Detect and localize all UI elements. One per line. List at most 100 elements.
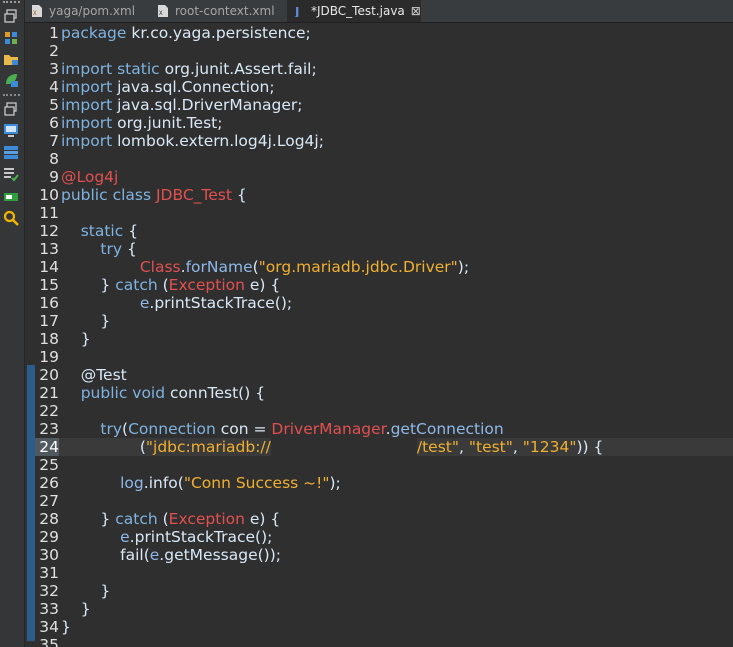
code-line[interactable]: 27 [35,492,733,510]
code-token: "jdbc:mariadb:// [145,438,271,456]
code-line[interactable]: 29 e.printStackTrace(); [35,528,733,546]
line-number: 19 [39,348,59,366]
servers-icon[interactable] [3,72,19,88]
code-token: , [459,438,469,456]
line-number: 16 [39,294,59,312]
code-line[interactable]: 9 @Log4j [35,168,733,186]
line-number: 23 [39,420,59,438]
xml-file-icon: X [158,5,168,17]
code-text: } [61,312,110,330]
code-text: } [61,330,91,348]
code-token: kr.co.yaga.persistence; [131,24,311,42]
tab-pom-xml[interactable]: X yaga/pom.xml [25,0,157,22]
code-line[interactable]: 23 try(Connection con = DriverManager.ge… [35,420,733,438]
tab-jdbc-test-java[interactable]: J *JDBC_Test.java ⊠ [287,0,421,22]
tab-root-context-xml[interactable]: X root-context.xml [151,0,285,22]
code-line[interactable]: 2 [35,42,733,60]
restore-icon[interactable] [3,8,19,24]
code-line[interactable]: 11 [35,204,733,222]
change-indicator-bar [27,365,35,641]
code-line[interactable]: 19 [35,348,733,366]
code-line[interactable]: 17 } [35,312,733,330]
tasks-icon[interactable] [3,166,19,182]
code-token: getConnection [390,420,504,438]
code-line[interactable]: 33 } [35,600,733,618]
line-number: 4 [49,78,59,96]
code-line[interactable]: 3 import static org.junit.Assert.fail; [35,60,733,78]
xml-file-icon: X [32,5,42,17]
console-icon[interactable] [3,122,19,138]
package-explorer-icon[interactable] [3,30,19,46]
code-text: } [61,582,110,600]
code-line[interactable]: 6 import org.junit.Test; [35,114,733,132]
code-token: } [61,330,91,348]
toolbar-separator [3,94,20,96]
code-token: /test" [416,438,459,456]
code-token: import [61,78,118,96]
code-line[interactable]: 14 Class.forName("org.mariadb.jdbc.Drive… [35,258,733,276]
code-line[interactable]: 22 [35,402,733,420]
code-line[interactable]: 16 e.printStackTrace(); [35,294,733,312]
java-code-editor[interactable]: 1 package kr.co.yaga.persistence; 2 3 import… [25,23,733,647]
code-text: } [61,618,71,636]
restore-icon[interactable] [3,101,19,117]
line-number: 29 [39,528,59,546]
line-number: 3 [49,60,59,78]
line-number: 21 [39,384,59,402]
code-line[interactable]: 35 [35,636,733,647]
code-token: try [61,240,127,258]
code-line[interactable]: 20 @Test [35,366,733,384]
code-line[interactable]: 5 import java.sql.DriverManager; [35,96,733,114]
code-line[interactable]: 12 static { [35,222,733,240]
code-token: catch [115,276,163,294]
code-line[interactable]: 31 [35,564,733,582]
code-line[interactable]: 15 } catch (Exception e) { [35,276,733,294]
code-line[interactable]: 28 } catch (Exception e) { [35,510,733,528]
search-icon[interactable] [3,210,19,226]
code-token: Class [139,258,181,276]
line-number: 24 [35,438,59,456]
code-line[interactable]: 4 import java.sql.Connection; [35,78,733,96]
code-line[interactable]: 13 try { [35,240,733,258]
code-line[interactable]: 26 log.info("Conn Success ~!"); [35,474,733,492]
line-number: 14 [39,258,59,276]
code-token: } [61,510,116,528]
line-number: 33 [39,600,59,618]
code-token: import static [61,60,165,78]
code-token: e) { [244,276,281,294]
code-text: public void connTest() { [61,384,265,402]
folder-icon[interactable] [3,51,19,67]
eclipse-window: X yaga/pom.xml X root-context.xml J *JDB… [0,0,733,647]
code-text: log.info("Conn Success ~!"); [61,474,341,492]
line-number: 30 [39,546,59,564]
code-line[interactable]: 24 ("jdbc:mariadb:// /test", "test", "123… [35,438,733,456]
code-text: import org.junit.Test; [61,114,222,132]
outline-icon[interactable] [3,144,19,160]
code-line[interactable]: 10 public class JDBC_Test { [35,186,733,204]
code-line[interactable]: 8 [35,150,733,168]
toolbar-grip[interactable] [3,1,20,5]
code-line[interactable]: 30 fail(e.getMessage()); [35,546,733,564]
line-number: 27 [39,492,59,510]
code-line[interactable]: 32 } [35,582,733,600]
progress-icon[interactable] [3,189,19,205]
close-tab-icon[interactable]: ⊠ [411,4,421,18]
line-number: 22 [39,402,59,420]
code-token: connTest() { [170,384,266,402]
left-toolbar [0,0,25,647]
code-token: ); [457,258,470,276]
line-number: 32 [39,582,59,600]
code-token: fail( [61,546,150,564]
code-line[interactable]: 34} [35,618,733,636]
code-token: } [61,312,111,330]
code-line[interactable]: 7 import lombok.extern.log4j.Log4j; [35,132,733,150]
svg-text:J: J [294,5,299,17]
code-line[interactable]: 1 package kr.co.yaga.persistence; [35,24,733,42]
line-number: 13 [39,240,59,258]
code-line[interactable]: 18 } [35,330,733,348]
code-token: e [149,546,160,564]
code-line[interactable]: 21 public void connTest() { [35,384,733,402]
code-line[interactable]: 25 [35,456,733,474]
